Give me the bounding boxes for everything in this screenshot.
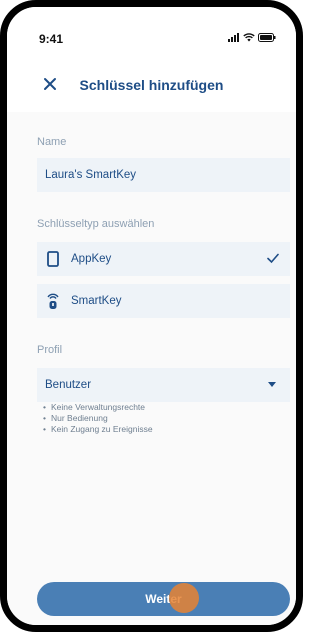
cellular-signal-icon: [228, 33, 239, 42]
phone-icon: [45, 250, 61, 268]
name-value: Laura's SmartKey: [45, 169, 137, 181]
status-time: 9:41: [39, 32, 64, 46]
smartkey-icon: [45, 292, 61, 310]
name-label: Name: [37, 136, 67, 148]
battery-icon: [258, 33, 276, 42]
key-type-label: Schlüsseltyp auswählen: [37, 218, 155, 230]
form-content: Name Laura's SmartKey Schlüsseltyp auswä…: [7, 112, 296, 625]
key-type-option-smartkey[interactable]: SmartKey: [37, 284, 290, 318]
status-icons: [228, 33, 276, 42]
status-bar: 9:41: [7, 7, 296, 57]
key-type-label-smartkey: SmartKey: [71, 295, 122, 307]
page-title: Schlüssel hinzufügen: [79, 77, 224, 93]
list-item: Keine Verwaltungsrechte: [43, 402, 153, 413]
key-type-option-appkey[interactable]: AppKey: [37, 242, 290, 276]
profile-label: Profil: [37, 344, 63, 356]
phone-frame: 9:41 Schlüssel hinzufügen Name Laura's S…: [0, 0, 303, 632]
profile-value: Benutzer: [45, 379, 92, 391]
profile-permissions-list: Keine Verwaltungsrechte Nur Bedienung Ke…: [43, 402, 153, 435]
check-icon: [267, 253, 279, 264]
profile-select[interactable]: Benutzer: [37, 368, 290, 402]
list-item: Nur Bedienung: [43, 413, 153, 424]
list-item: Kein Zugang zu Ereignisse: [43, 424, 153, 435]
chevron-down-icon: [268, 382, 276, 387]
wifi-icon: [243, 33, 255, 42]
key-type-label-appkey: AppKey: [71, 253, 112, 265]
next-button[interactable]: Weiter: [37, 582, 290, 616]
name-field[interactable]: Laura's SmartKey: [37, 158, 290, 192]
touch-indicator: [169, 583, 199, 613]
nav-bar: Schlüssel hinzufügen: [7, 65, 296, 105]
